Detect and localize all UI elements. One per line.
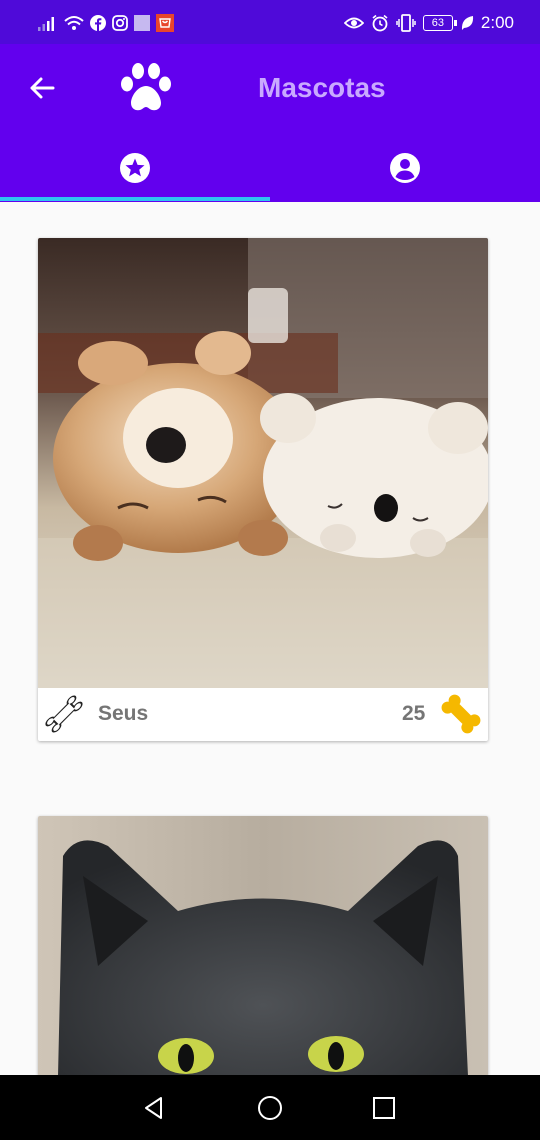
pet-card-footer: Seus 25: [38, 688, 488, 741]
nav-back-button[interactable]: [138, 1092, 170, 1124]
gallery-icon: [134, 15, 150, 31]
signal-icon: [38, 17, 54, 31]
tab-profile[interactable]: [270, 134, 540, 202]
pet-name: Seus: [98, 702, 149, 725]
tab-indicator: [0, 197, 270, 201]
status-right-icons: 63 2:00: [343, 12, 514, 34]
account-circle-icon: [390, 153, 420, 183]
vibrate-icon: [396, 14, 416, 32]
triangle-back-icon: [145, 1097, 162, 1119]
eye-icon: [343, 17, 364, 29]
pet-card[interactable]: Seus 25: [38, 238, 488, 741]
facebook-icon: [90, 15, 106, 31]
app-bar: Mascotas: [0, 44, 540, 134]
status-time: 2:00: [480, 13, 514, 32]
square-recents-icon: [373, 1097, 395, 1119]
tab-bar: [0, 134, 540, 202]
arrow-left-icon: [30, 77, 55, 99]
paw-icon: [121, 63, 171, 111]
pet-card[interactable]: [38, 816, 488, 1076]
pet-photo: [38, 238, 488, 688]
nav-home-button[interactable]: [254, 1092, 286, 1124]
pet-photo: [38, 816, 488, 1076]
status-left-icons: [38, 12, 174, 34]
bone-icon: [45, 695, 83, 733]
back-button[interactable]: [22, 68, 62, 108]
notification-app-icon: [156, 14, 174, 32]
leaf-icon: [461, 16, 473, 30]
nav-recents-button[interactable]: [368, 1092, 400, 1124]
battery-icon: 63: [422, 15, 457, 31]
page-title: Mascotas: [258, 72, 386, 103]
pet-rating: 25: [402, 702, 426, 725]
circle-home-icon: [258, 1096, 282, 1120]
alarm-icon: [372, 14, 388, 32]
wifi-icon: [64, 16, 84, 30]
battery-level: 63: [431, 17, 445, 29]
instagram-icon: [112, 15, 128, 31]
system-nav-bar: [0, 1075, 540, 1140]
star-circle-icon: [120, 153, 150, 183]
bone-rate-button[interactable]: [438, 691, 484, 737]
status-bar: 63 2:00: [0, 0, 540, 44]
tab-favorites[interactable]: [0, 134, 270, 202]
